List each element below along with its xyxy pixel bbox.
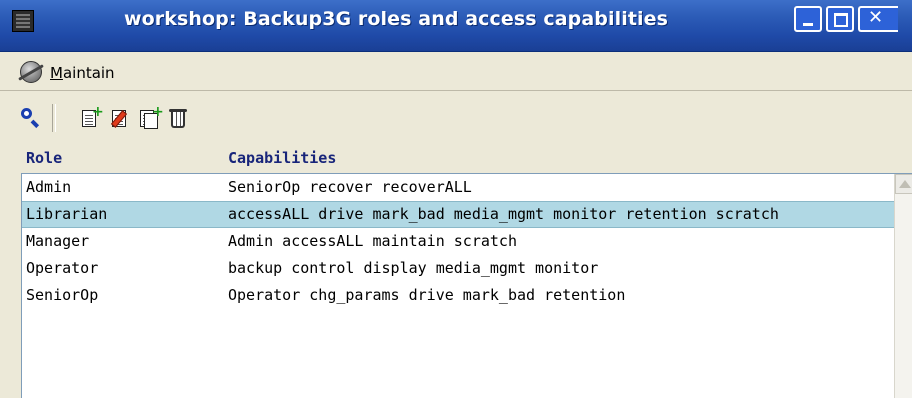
app-window: workshop: Backup3G roles and access capa… — [0, 0, 912, 398]
column-header-role[interactable]: Role — [26, 149, 62, 167]
role-cell: SeniorOp — [26, 286, 99, 304]
capabilities-cell: accessALL drive mark_bad media_mgmt moni… — [228, 205, 779, 223]
menu-maintain[interactable]: Maintain — [50, 64, 115, 82]
table-row[interactable]: Manager Admin accessALL maintain scratch — [22, 228, 894, 255]
menu-maintain-label: aintain — [62, 64, 115, 82]
scroll-up-button[interactable] — [895, 174, 912, 194]
search-button[interactable] — [20, 107, 42, 129]
vertical-scrollbar[interactable] — [894, 174, 912, 398]
capabilities-cell: Admin accessALL maintain scratch — [228, 232, 517, 250]
table-row[interactable]: SeniorOp Operator chg_params drive mark_… — [22, 282, 894, 309]
table-header: Role Capabilities — [0, 143, 912, 173]
capabilities-cell: Operator chg_params drive mark_bad reten… — [228, 286, 626, 304]
capabilities-cell: backup control display media_mgmt monito… — [228, 259, 599, 277]
table-row[interactable]: Admin SeniorOp recover recoverALL — [22, 174, 894, 201]
column-header-capabilities[interactable]: Capabilities — [228, 149, 336, 167]
toolbar-separator — [52, 104, 56, 132]
menu-bar: Maintain — [0, 53, 912, 91]
capabilities-cell: SeniorOp recover recoverALL — [228, 178, 472, 196]
planet-icon — [20, 61, 42, 83]
menu-maintain-mnemonic: M — [50, 64, 63, 82]
maximize-button[interactable] — [826, 6, 854, 32]
close-icon: ✕ — [868, 7, 884, 28]
role-cell: Admin — [26, 178, 72, 196]
roles-list[interactable]: Admin SeniorOp recover recoverALL Librar… — [21, 173, 912, 398]
role-cell: Manager — [26, 232, 90, 250]
edit-role-button[interactable] — [110, 107, 132, 129]
new-role-button[interactable]: + — [80, 105, 104, 129]
title-bar[interactable]: workshop: Backup3G roles and access capa… — [0, 0, 912, 52]
role-cell: Operator — [26, 259, 99, 277]
window-title: workshop: Backup3G roles and access capa… — [123, 8, 669, 30]
close-button[interactable]: ✕ — [858, 6, 898, 32]
table-row[interactable]: Operator backup control display media_mg… — [22, 255, 894, 282]
copy-role-button[interactable]: + — [138, 105, 164, 129]
minimize-button[interactable] — [794, 6, 822, 32]
toolbar: + + — [0, 91, 912, 143]
table-row-selected[interactable]: Librarian accessALL drive mark_bad media… — [22, 201, 894, 228]
role-cell: Librarian — [26, 205, 108, 223]
delete-role-button[interactable] — [168, 107, 190, 129]
